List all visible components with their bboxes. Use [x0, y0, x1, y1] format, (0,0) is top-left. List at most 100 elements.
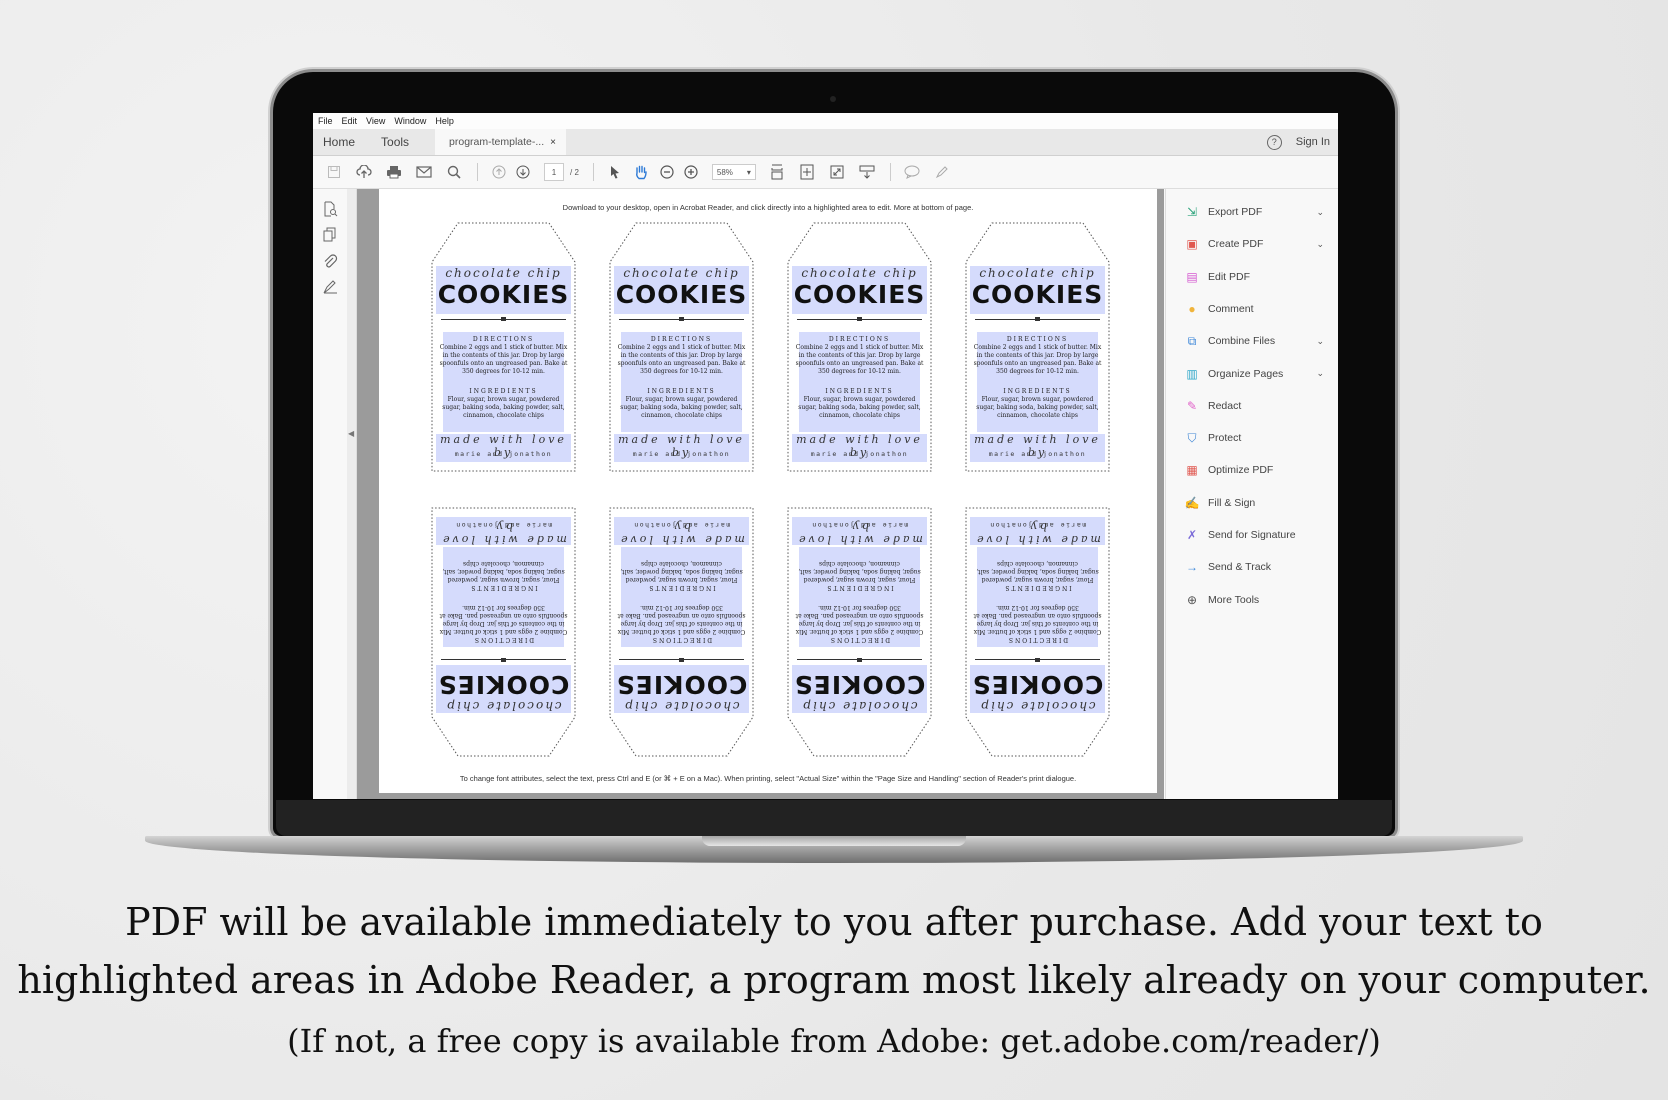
panel-collapse-handle[interactable]: ◀ [347, 189, 357, 799]
label-script-title[interactable]: chocolate chip [792, 266, 927, 280]
label-script-title[interactable]: chocolate chip [792, 699, 927, 713]
menu-file[interactable]: File [318, 116, 333, 126]
label-title[interactable]: COOKIES [614, 670, 749, 699]
maker-names[interactable]: marie and jonathon [614, 450, 749, 458]
cookie-label[interactable]: chocolate chip COOKIES DIRECTIONS Combin… [431, 222, 576, 472]
fit-page-icon[interactable] [798, 163, 816, 181]
maker-names[interactable]: marie and jonathon [792, 450, 927, 458]
cookie-label[interactable]: chocolate chip COOKIES DIRECTIONS Combin… [609, 222, 754, 472]
label-script-title[interactable]: chocolate chip [970, 266, 1105, 280]
ingredients-text[interactable]: Flour, sugar, brown sugar, powdered suga… [439, 396, 568, 420]
label-script-title[interactable]: chocolate chip [970, 699, 1105, 713]
maker-names[interactable]: marie and jonathon [792, 521, 927, 529]
comment-toolbar-icon[interactable] [903, 163, 921, 181]
cookie-label[interactable]: chocolate chip COOKIES DIRECTIONS Combin… [787, 507, 932, 757]
menu-window[interactable]: Window [394, 116, 426, 126]
page-number-input[interactable]: 1 [544, 163, 564, 181]
ingredients-text[interactable]: Flour, sugar, brown sugar, powdered suga… [617, 396, 746, 420]
tool-export-pdf[interactable]: ⇲ Export PDF ⌄ [1184, 203, 1324, 221]
print-icon[interactable] [385, 163, 403, 181]
maker-names[interactable]: marie and jonathon [436, 521, 571, 529]
highlight-pen-icon[interactable] [933, 163, 951, 181]
search-icon[interactable] [445, 163, 463, 181]
chevron-down-icon[interactable]: ⌄ [1316, 239, 1324, 250]
read-mode-icon[interactable] [858, 163, 876, 181]
sign-in-link[interactable]: Sign In [1296, 136, 1330, 148]
pages-icon[interactable] [320, 225, 340, 245]
tool-protect[interactable]: ⛉ Protect [1184, 429, 1324, 447]
directions-text[interactable]: Combine 2 eggs and 1 stick of butter. Mi… [617, 603, 746, 635]
scroll-mode-icon[interactable] [768, 163, 786, 181]
attachment-icon[interactable] [320, 251, 340, 271]
tool-more-tools[interactable]: ⊕ More Tools [1184, 591, 1324, 609]
hand-tool-icon[interactable] [632, 163, 650, 181]
tool-organize-pages[interactable]: ▥ Organize Pages ⌄ [1184, 365, 1324, 383]
label-script-title[interactable]: chocolate chip [436, 699, 571, 713]
label-script-title[interactable]: chocolate chip [436, 266, 571, 280]
signature-icon[interactable] [320, 277, 340, 297]
directions-text[interactable]: Combine 2 eggs and 1 stick of butter. Mi… [973, 603, 1102, 635]
select-pointer-icon[interactable] [606, 163, 624, 181]
tab-tools[interactable]: Tools [381, 135, 409, 149]
label-title[interactable]: COOKIES [436, 280, 571, 309]
tool-redact[interactable]: ✎ Redact [1184, 397, 1324, 415]
menu-view[interactable]: View [366, 116, 385, 126]
ingredients-text[interactable]: Flour, sugar, brown sugar, powdered suga… [973, 396, 1102, 420]
chevron-down-icon[interactable]: ⌄ [1316, 368, 1324, 379]
maker-names[interactable]: marie and jonathon [436, 450, 571, 458]
menu-help[interactable]: Help [435, 116, 454, 126]
maker-names[interactable]: marie and jonathon [970, 521, 1105, 529]
tool-send-for-signature[interactable]: ✗ Send for Signature [1184, 526, 1324, 544]
directions-text[interactable]: Combine 2 eggs and 1 stick of butter. Mi… [439, 344, 568, 376]
document-viewer[interactable]: Download to your desktop, open in Acroba… [357, 189, 1164, 799]
page-up-icon[interactable] [490, 163, 508, 181]
label-title[interactable]: COOKIES [970, 280, 1105, 309]
ingredients-text[interactable]: Flour, sugar, brown sugar, powdered suga… [795, 559, 924, 583]
tool-combine-files[interactable]: ⧉ Combine Files ⌄ [1184, 332, 1324, 350]
cookie-label[interactable]: chocolate chip COOKIES DIRECTIONS Combin… [965, 222, 1110, 472]
tool-create-pdf[interactable]: ▣ Create PDF ⌄ [1184, 235, 1324, 253]
tool-fill-sign[interactable]: ✍ Fill & Sign [1184, 494, 1324, 512]
tool-optimize-pdf[interactable]: ▦ Optimize PDF [1184, 461, 1324, 479]
tool-comment[interactable]: ● Comment [1184, 300, 1324, 318]
cookie-label[interactable]: chocolate chip COOKIES DIRECTIONS Combin… [609, 507, 754, 757]
directions-text[interactable]: Combine 2 eggs and 1 stick of butter. Mi… [617, 344, 746, 376]
cookie-label[interactable]: chocolate chip COOKIES DIRECTIONS Combin… [787, 222, 932, 472]
full-screen-icon[interactable] [828, 163, 846, 181]
document-search-icon[interactable] [320, 199, 340, 219]
directions-text[interactable]: Combine 2 eggs and 1 stick of butter. Mi… [795, 344, 924, 376]
label-title[interactable]: COOKIES [436, 670, 571, 699]
directions-text[interactable]: Combine 2 eggs and 1 stick of butter. Mi… [795, 603, 924, 635]
ingredients-text[interactable]: Flour, sugar, brown sugar, powdered suga… [973, 559, 1102, 583]
tool-edit-pdf[interactable]: ▤ Edit PDF [1184, 268, 1324, 286]
label-title[interactable]: COOKIES [792, 280, 927, 309]
ingredients-text[interactable]: Flour, sugar, brown sugar, powdered suga… [439, 559, 568, 583]
tab-home[interactable]: Home [323, 135, 355, 149]
save-icon[interactable] [325, 163, 343, 181]
directions-text[interactable]: Combine 2 eggs and 1 stick of butter. Mi… [439, 603, 568, 635]
cloud-upload-icon[interactable] [355, 163, 373, 181]
ingredients-text[interactable]: Flour, sugar, brown sugar, powdered suga… [617, 559, 746, 583]
email-icon[interactable] [415, 163, 433, 181]
label-script-title[interactable]: chocolate chip [614, 266, 749, 280]
tab-document[interactable]: program-template-... × [435, 129, 566, 155]
maker-names[interactable]: marie and jonathon [614, 521, 749, 529]
label-title[interactable]: COOKIES [614, 280, 749, 309]
cookie-label[interactable]: chocolate chip COOKIES DIRECTIONS Combin… [431, 507, 576, 757]
page-down-icon[interactable] [514, 163, 532, 181]
ingredients-text[interactable]: Flour, sugar, brown sugar, powdered suga… [795, 396, 924, 420]
maker-names[interactable]: marie and jonathon [970, 450, 1105, 458]
label-script-title[interactable]: chocolate chip [614, 699, 749, 713]
directions-text[interactable]: Combine 2 eggs and 1 stick of butter. Mi… [973, 344, 1102, 376]
zoom-out-icon[interactable] [658, 163, 676, 181]
chevron-down-icon[interactable]: ⌄ [1316, 207, 1324, 218]
chevron-down-icon[interactable]: ⌄ [1316, 336, 1324, 347]
cookie-label[interactable]: chocolate chip COOKIES DIRECTIONS Combin… [965, 507, 1110, 757]
zoom-in-icon[interactable] [682, 163, 700, 181]
menu-edit[interactable]: Edit [342, 116, 358, 126]
tool-send-track[interactable]: → Send & Track [1184, 558, 1324, 576]
close-tab-icon[interactable]: × [550, 137, 556, 148]
label-title[interactable]: COOKIES [970, 670, 1105, 699]
zoom-level-select[interactable]: 58% ▾ [711, 164, 756, 180]
help-icon[interactable]: ? [1266, 134, 1282, 150]
